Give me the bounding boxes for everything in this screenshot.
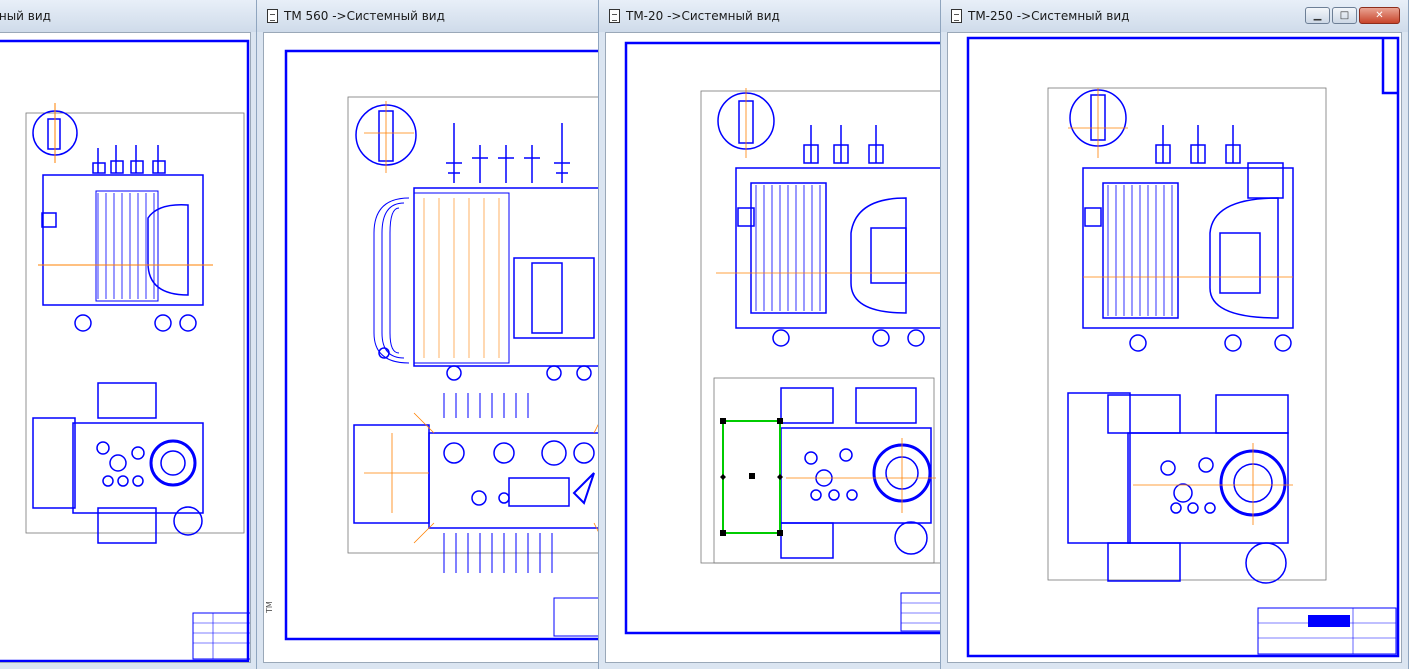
- transformer-drawing: [624, 41, 940, 635]
- drawing-window-tm560[interactable]: ТМ 560 ->Системный вид ТМ: [256, 0, 608, 669]
- close-icon[interactable]: ✕: [1359, 7, 1400, 24]
- window-title: нный вид: [0, 9, 51, 23]
- window-title: ТМ-250 ->Системный вид: [968, 9, 1130, 23]
- transformer-drawing: [0, 39, 250, 662]
- drawing-canvas[interactable]: [0, 32, 251, 663]
- drawing-canvas[interactable]: [605, 32, 941, 663]
- window-titlebar[interactable]: нный вид: [0, 0, 257, 32]
- selection-frame: [720, 418, 783, 536]
- window-titlebar[interactable]: ТМ-250 ->Системный вид ▁ □ ✕: [941, 0, 1408, 32]
- drawing-canvas[interactable]: ТМ: [263, 32, 601, 663]
- document-icon: [951, 9, 962, 23]
- transformer-drawing: ТМ: [265, 49, 600, 641]
- window-controls: ▁ □ ✕: [1305, 7, 1400, 24]
- minimize-icon[interactable]: ▁: [1305, 7, 1330, 24]
- document-icon: [609, 9, 620, 23]
- transformer-drawing: [966, 36, 1400, 658]
- maximize-icon[interactable]: □: [1332, 7, 1357, 24]
- drawing-window-tm250[interactable]: ТМ-250 ->Системный вид ▁ □ ✕: [940, 0, 1409, 669]
- window-titlebar[interactable]: ТМ 560 ->Системный вид: [257, 0, 607, 32]
- window-title: ТМ-20 ->Системный вид: [626, 9, 780, 23]
- drawing-window-0[interactable]: нный вид: [0, 0, 258, 669]
- document-icon: [267, 9, 278, 23]
- window-title: ТМ 560 ->Системный вид: [284, 9, 445, 23]
- drawing-window-tm20[interactable]: ТМ-20 ->Системный вид: [598, 0, 948, 669]
- window-titlebar[interactable]: ТМ-20 ->Системный вид: [599, 0, 947, 32]
- svg-text:ТМ: ТМ: [265, 601, 274, 614]
- drawing-canvas[interactable]: [947, 32, 1402, 663]
